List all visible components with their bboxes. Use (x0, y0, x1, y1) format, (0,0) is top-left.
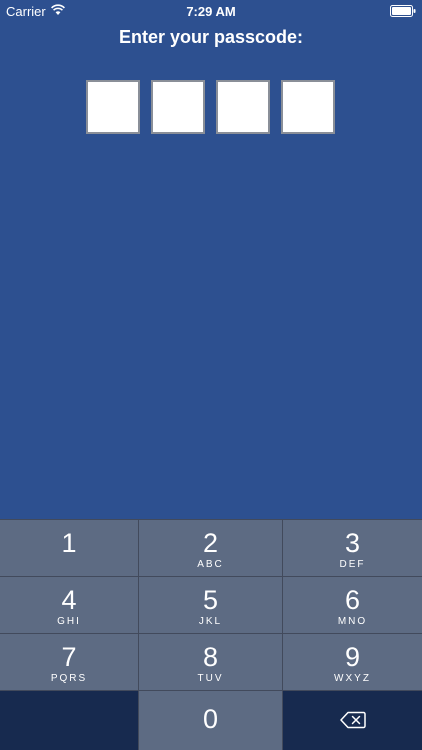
key-number: 3 (344, 528, 361, 558)
key-number: 7 (61, 642, 77, 672)
key-4[interactable]: 4 GHI (0, 577, 138, 633)
key-letters: PQRS (50, 673, 88, 684)
battery-icon (390, 5, 416, 17)
passcode-digit-box (86, 80, 140, 134)
key-number: 5 (202, 585, 219, 615)
key-0[interactable]: 0 (139, 691, 282, 750)
key-7[interactable]: 7 PQRS (0, 634, 138, 690)
key-number: 1 (61, 528, 77, 558)
key-letters: WXYZ (334, 673, 371, 684)
key-letters: DEF (339, 559, 366, 570)
passcode-digit-box (281, 80, 335, 134)
key-letters: ABC (197, 559, 224, 570)
delete-key[interactable] (283, 691, 422, 750)
key-5[interactable]: 5 JKL (139, 577, 282, 633)
key-1[interactable]: 1 (0, 520, 138, 576)
key-number: 0 (202, 704, 219, 734)
key-number: 8 (202, 642, 219, 672)
key-letters: GHI (57, 616, 81, 627)
key-number: 9 (344, 642, 361, 672)
key-number: 4 (61, 585, 77, 615)
key-letters: TUV (197, 673, 224, 684)
passcode-digit-box (216, 80, 270, 134)
passcode-digit-box (151, 80, 205, 134)
status-bar: Carrier 7:29 AM (0, 0, 422, 22)
key-letters: MNO (337, 616, 368, 627)
clock: 7:29 AM (186, 4, 236, 19)
key-number: 2 (202, 528, 219, 558)
key-3[interactable]: 3 DEF (283, 520, 422, 576)
key-number: 6 (344, 585, 361, 615)
number-keypad: 1 2 ABC 3 DEF 4 GHI 5 JKL 6 MNO 7 PQRS 8… (0, 519, 422, 750)
key-9[interactable]: 9 WXYZ (283, 634, 422, 690)
key-8[interactable]: 8 TUV (139, 634, 282, 690)
key-letters: JKL (198, 616, 223, 627)
key-6[interactable]: 6 MNO (283, 577, 422, 633)
empty-key (0, 691, 138, 750)
passcode-prompt: Enter your passcode: (118, 27, 304, 47)
key-2[interactable]: 2 ABC (139, 520, 282, 576)
delete-backspace-icon (340, 711, 366, 729)
